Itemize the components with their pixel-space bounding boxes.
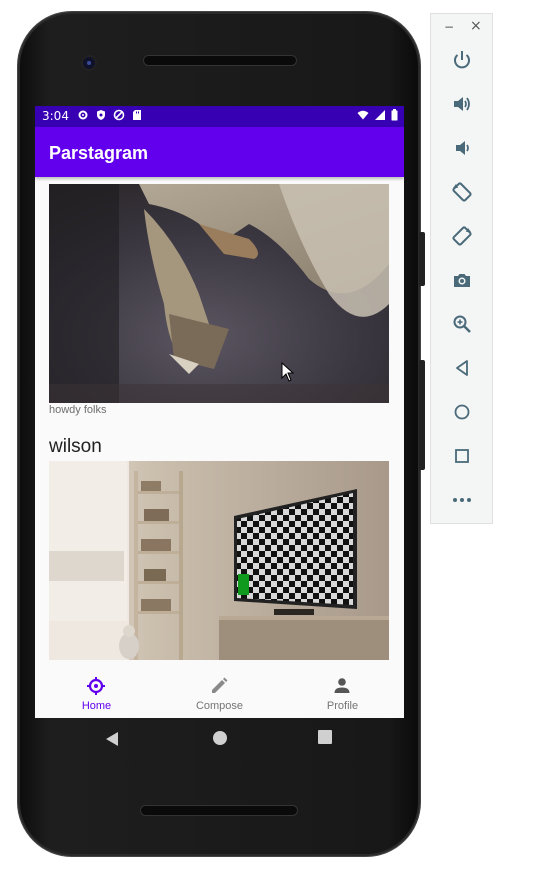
status-time: 3:04 (42, 109, 69, 123)
post-caption: howdy folks (49, 404, 107, 416)
nav-item-profile[interactable]: Profile (281, 660, 404, 718)
nav-label-compose: Compose (195, 700, 244, 712)
sd-card-icon (133, 110, 141, 120)
recents-icon[interactable] (318, 730, 332, 744)
home-icon[interactable] (451, 401, 473, 423)
nav-item-home[interactable]: Home (35, 660, 158, 718)
home-circle-icon[interactable] (212, 730, 228, 746)
app-bar: Parstagram (35, 127, 404, 177)
battery-icon (391, 109, 398, 121)
volume-down-icon[interactable] (451, 137, 473, 159)
back-icon[interactable] (104, 730, 120, 748)
minimize-button[interactable]: − (444, 20, 454, 34)
power-side-button (419, 232, 425, 286)
top-speaker (144, 56, 296, 65)
system-navigation-bar (35, 718, 404, 762)
close-up-photo (49, 184, 389, 403)
rotate-left-icon[interactable] (451, 181, 473, 203)
mouse-cursor-icon (281, 362, 295, 382)
nav-label-home: Home (81, 700, 112, 712)
emulator-toolbar: − × (430, 13, 493, 524)
signal-icon (375, 110, 385, 120)
home-icon (87, 677, 105, 695)
more-icon[interactable] (451, 489, 473, 511)
bottom-navigation: Home Compose Profile (35, 660, 404, 718)
zoom-icon[interactable] (451, 313, 473, 335)
person-icon (334, 678, 350, 693)
post-image[interactable] (49, 184, 389, 403)
volume-side-button (419, 360, 425, 470)
rotate-right-icon[interactable] (451, 225, 473, 247)
overview-icon[interactable] (451, 445, 473, 467)
nav-item-compose[interactable]: Compose (158, 660, 281, 718)
room-with-tv-photo (49, 461, 389, 660)
close-button[interactable]: × (470, 18, 482, 34)
back-icon[interactable] (451, 357, 473, 379)
wifi-icon (357, 110, 369, 120)
shield-icon (97, 110, 105, 120)
settings-icon (78, 110, 88, 120)
status-bar: 3:04 (35, 106, 404, 127)
power-icon[interactable] (451, 49, 473, 71)
nav-label-profile: Profile (326, 700, 359, 712)
pencil-icon (212, 677, 228, 693)
post-feed[interactable]: howdy folks wilson (35, 177, 404, 660)
sync-icon (113, 109, 125, 121)
bottom-speaker (141, 806, 297, 815)
post-username[interactable]: wilson (49, 436, 102, 458)
post-image[interactable] (49, 461, 389, 660)
app-title: Parstagram (49, 143, 149, 163)
front-camera (83, 57, 95, 69)
device-screen: 3:04 Parstagram howdy folks wilson Home … (35, 106, 404, 718)
volume-up-icon[interactable] (451, 93, 473, 115)
camera-icon[interactable] (451, 269, 473, 291)
